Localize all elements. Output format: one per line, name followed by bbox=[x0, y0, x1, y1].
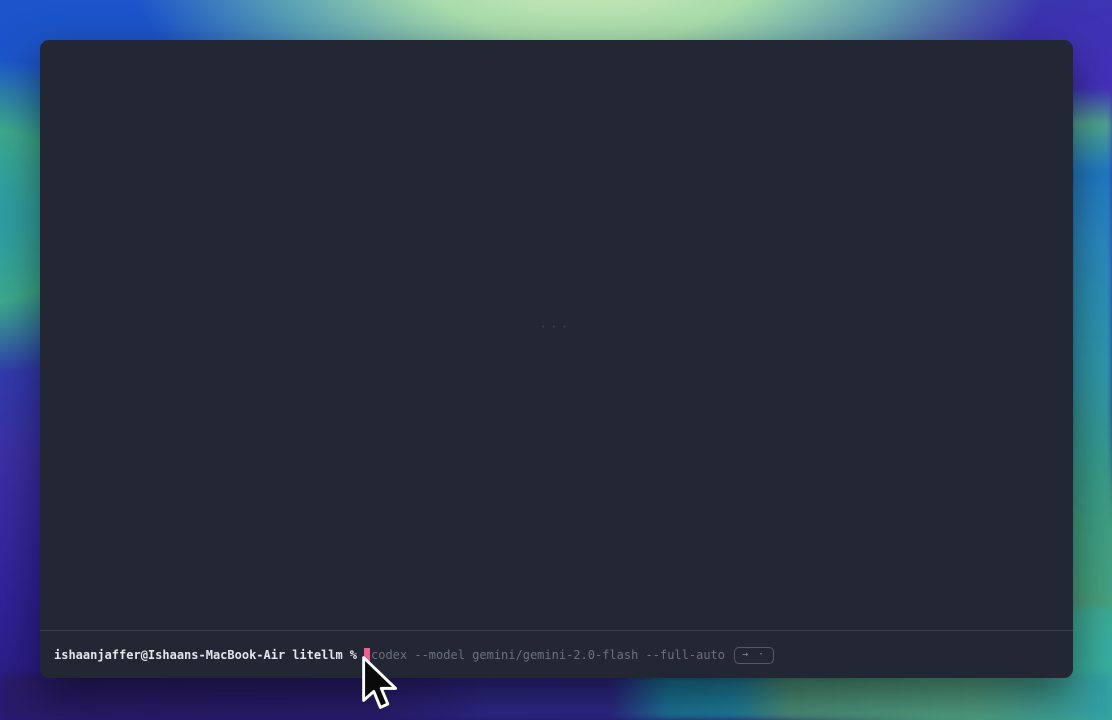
text-cursor bbox=[364, 648, 370, 662]
terminal-window[interactable]: ··· ishaanjaffer@Ishaans-MacBook-Air lit… bbox=[40, 40, 1073, 678]
desktop: { "desktop": { "wallpaper_style": "macos… bbox=[0, 0, 1112, 720]
prompt-symbol: % bbox=[350, 647, 357, 663]
terminal-faint-ellipsis: ··· bbox=[539, 320, 571, 335]
prompt-user-host: ishaanjaffer@Ishaans-MacBook-Air bbox=[54, 647, 285, 663]
accept-suggestion-key-hint-badge: → · bbox=[734, 647, 774, 664]
wallpaper-bottom-band bbox=[0, 674, 1112, 720]
wallpaper-right-band bbox=[1070, 88, 1112, 608]
terminal-prompt-line[interactable]: ishaanjaffer@Ishaans-MacBook-Air litellm… bbox=[54, 647, 774, 663]
prompt-directory: litellm bbox=[292, 647, 343, 663]
terminal-divider-line bbox=[40, 630, 1073, 631]
command-autosuggestion: codex --model gemini/gemini-2.0-flash --… bbox=[371, 647, 725, 663]
